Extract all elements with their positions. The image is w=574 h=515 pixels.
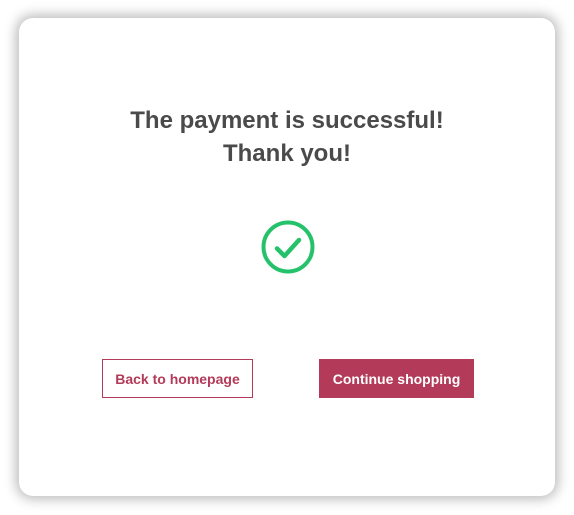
check-circle-icon (261, 220, 315, 274)
page-title: The payment is successful! Thank you! (19, 104, 555, 170)
payment-success-dialog: The payment is successful! Thank you! Ba… (19, 18, 555, 496)
title-line-2: Thank you! (222, 140, 351, 167)
continue-shopping-button[interactable]: Continue shopping (319, 359, 474, 398)
back-to-homepage-button[interactable]: Back to homepage (102, 359, 253, 398)
title-line-1: The payment is successful! (130, 107, 444, 134)
